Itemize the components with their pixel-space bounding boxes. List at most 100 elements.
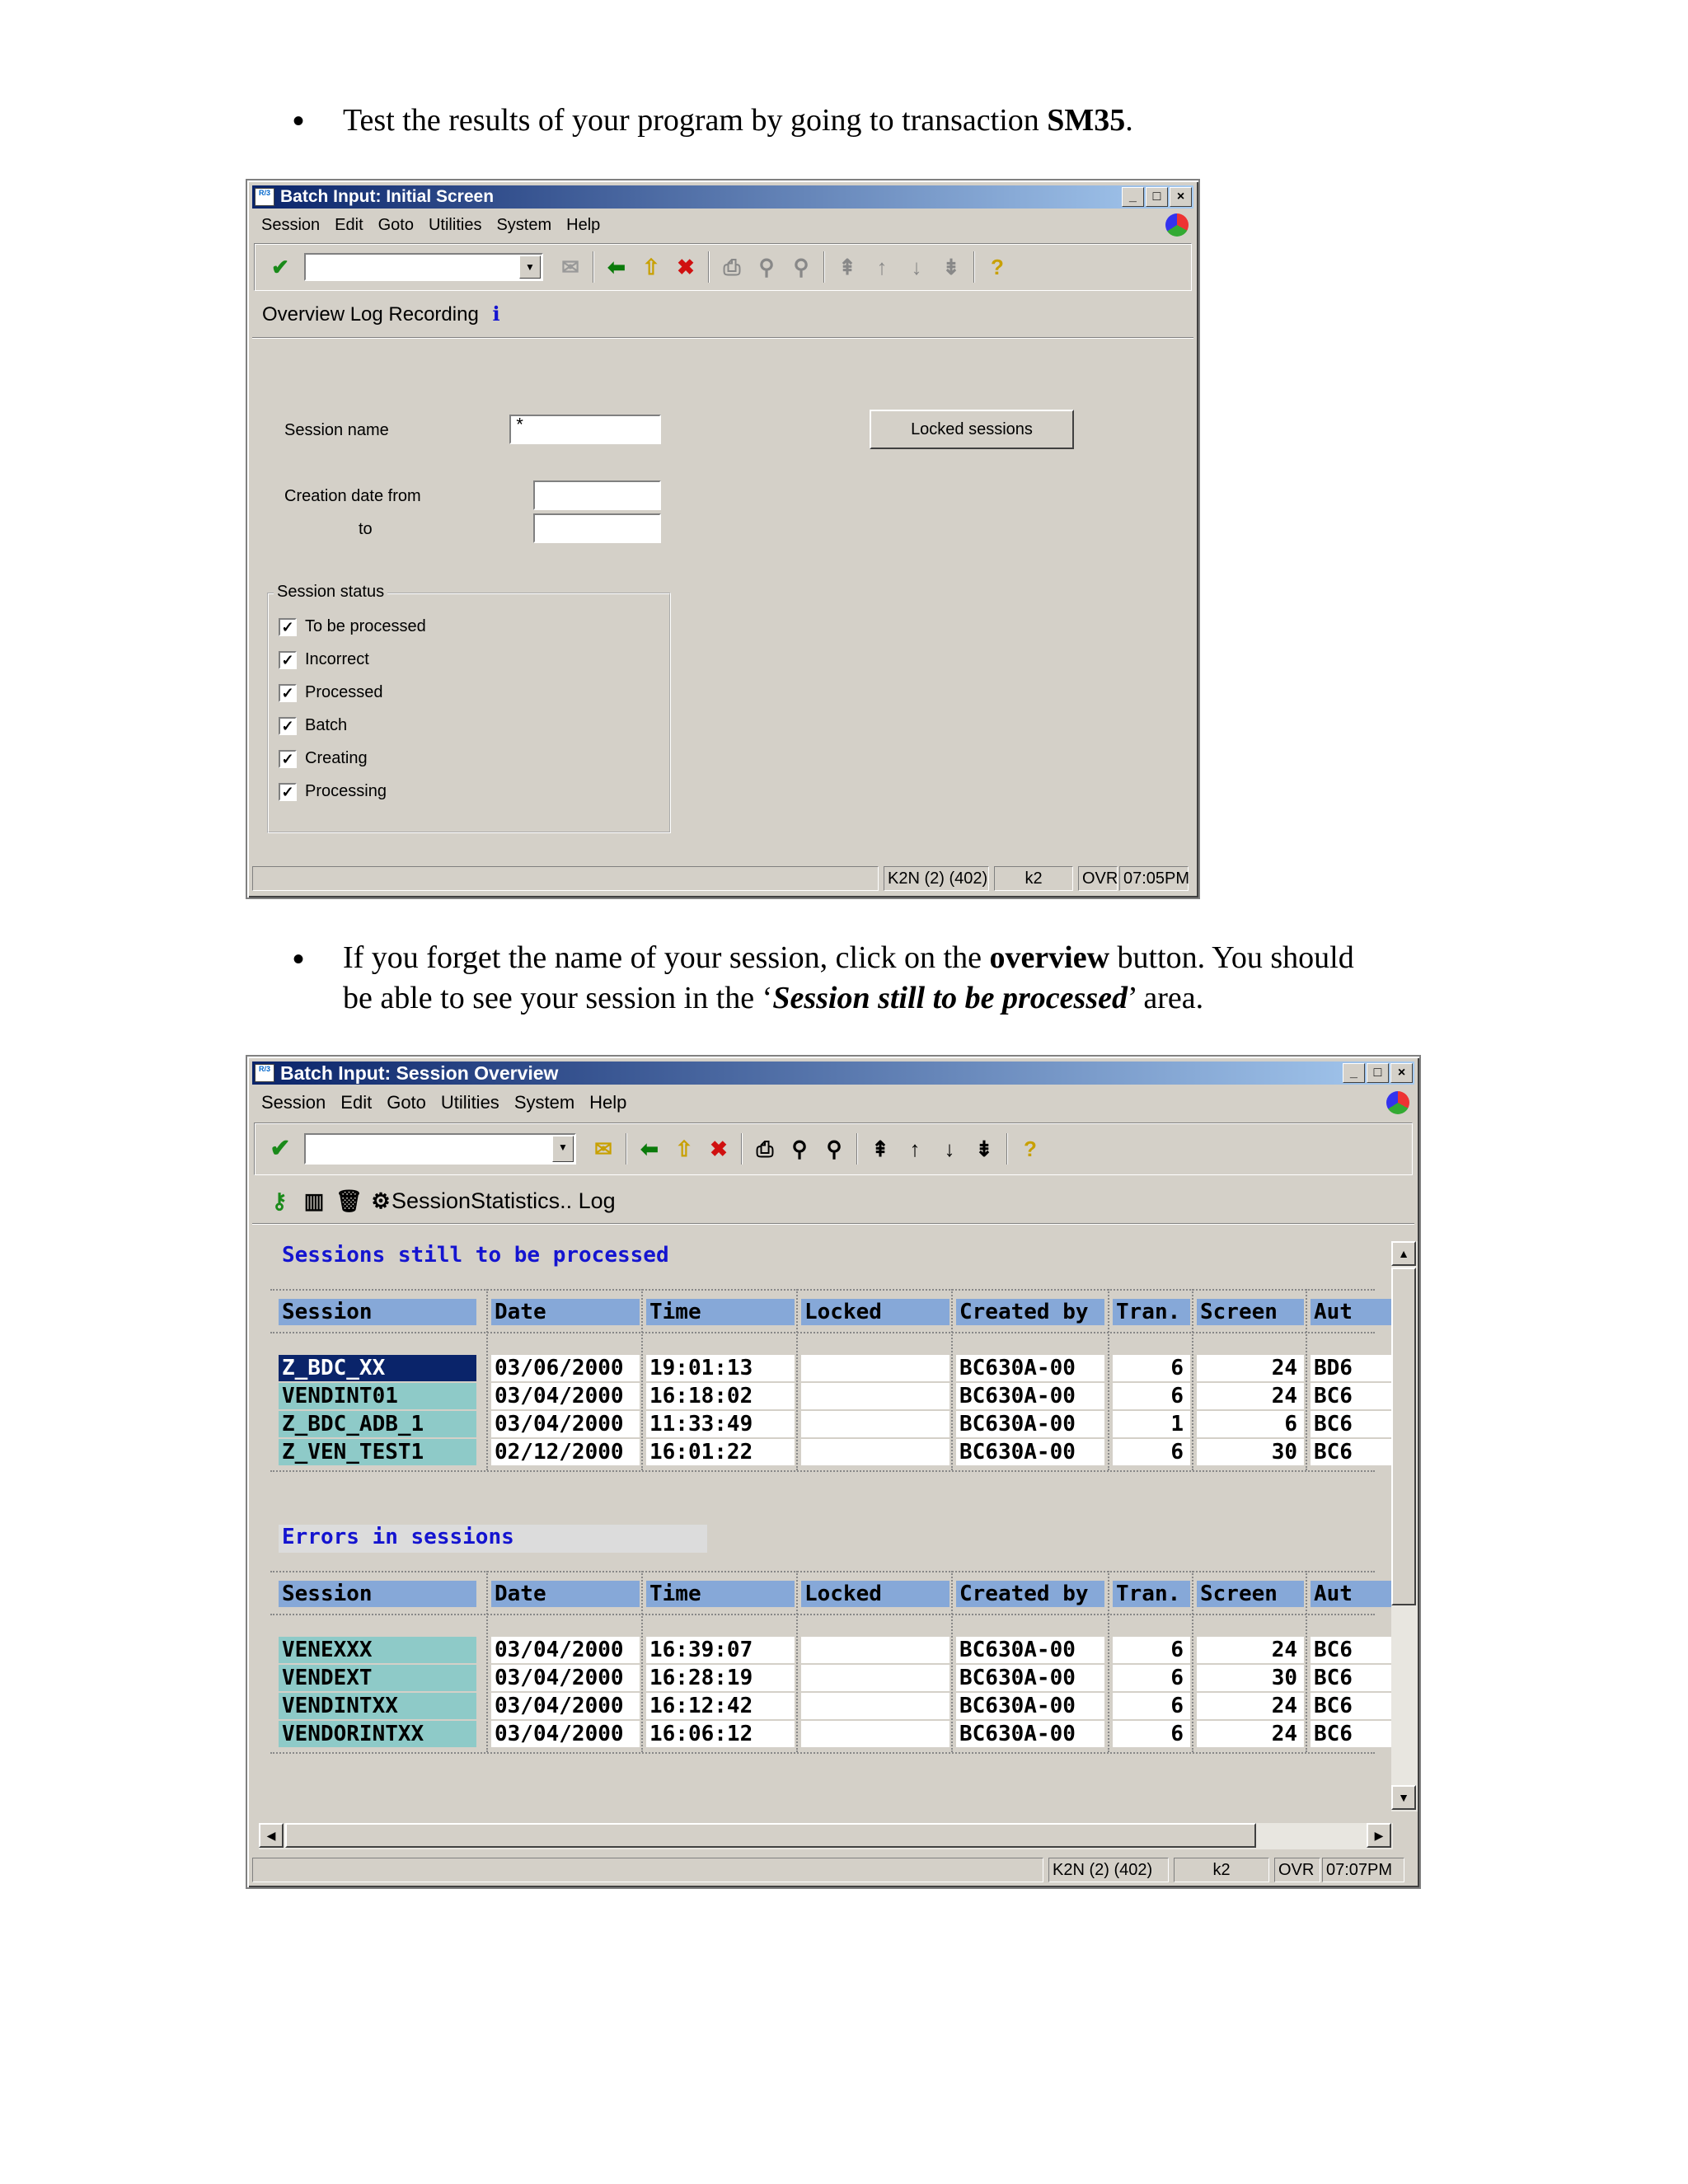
pending-row-0-session[interactable]: Z_BDC_XX — [279, 1355, 476, 1381]
pending-row-2-date[interactable]: 03/04/2000 — [491, 1411, 640, 1437]
title-bar[interactable]: R/3 Batch Input: Session Overview _ □ × — [252, 1062, 1414, 1085]
status-incorrect[interactable]: ✓ Incorrect — [279, 650, 369, 669]
errors-header-transactions[interactable]: Tran. — [1113, 1581, 1190, 1607]
pending-row-2-authorization[interactable]: BC6 — [1311, 1411, 1391, 1437]
errors-header-authorization[interactable]: Aut — [1311, 1581, 1391, 1607]
pending-row-2-created-by[interactable]: BC630A-00 — [956, 1411, 1104, 1437]
first-page-icon[interactable]: ⇞ — [834, 254, 860, 280]
errors-row-2-locked[interactable] — [801, 1693, 950, 1719]
overview-log-recording-button[interactable]: Overview Log Recording — [262, 303, 479, 326]
menu-help[interactable]: Help — [589, 1092, 626, 1113]
enter-icon[interactable]: ✔ — [267, 1136, 293, 1162]
errors-row-2-transactions[interactable]: 6 — [1113, 1693, 1190, 1719]
statistics-icon[interactable]: ⚙ — [370, 1188, 392, 1214]
print-icon[interactable]: ⎙ — [752, 1136, 778, 1162]
errors-row-3-screens[interactable]: 24 — [1197, 1721, 1304, 1747]
status-mode[interactable]: OVR — [1274, 1858, 1320, 1882]
checkbox-checked-icon[interactable]: ✓ — [279, 716, 297, 735]
errors-row-1-authorization[interactable]: BC6 — [1311, 1665, 1391, 1691]
errors-row-0-session[interactable]: VENEXXX — [279, 1637, 476, 1663]
pending-header-screens[interactable]: Screen — [1197, 1299, 1304, 1325]
command-field[interactable]: ▼ — [304, 1133, 576, 1165]
errors-row-1-created-by[interactable]: BC630A-00 — [956, 1665, 1104, 1691]
horizontal-scrollbar[interactable]: ◀ ▶ — [259, 1823, 1393, 1849]
pending-row-3-session[interactable]: Z_VEN_TEST1 — [279, 1439, 476, 1465]
delete-icon[interactable]: 🗑 — [335, 1188, 363, 1214]
print-icon[interactable]: ⎙ — [719, 254, 745, 280]
status-processed[interactable]: ✓ Processed — [279, 683, 383, 702]
status-mode[interactable]: OVR — [1078, 866, 1118, 891]
customize-layout-icon[interactable] — [1165, 213, 1189, 237]
pending-header-time[interactable]: Time — [646, 1299, 795, 1325]
session-name-input[interactable]: * — [509, 415, 661, 444]
close-icon[interactable]: × — [1170, 187, 1192, 207]
maximize-icon[interactable]: □ — [1146, 187, 1168, 207]
pending-row-0-locked[interactable] — [801, 1355, 950, 1381]
pending-row-0-transactions[interactable]: 6 — [1113, 1355, 1190, 1381]
errors-row-3-transactions[interactable]: 6 — [1113, 1721, 1190, 1747]
menu-goto[interactable]: Goto — [378, 216, 414, 235]
help-icon[interactable]: ? — [1017, 1136, 1043, 1162]
find-icon[interactable]: ⚲ — [786, 1136, 813, 1162]
creation-date-from-input[interactable] — [533, 480, 661, 510]
status-batch[interactable]: ✓ Batch — [279, 716, 347, 735]
errors-row-1-date[interactable]: 03/04/2000 — [491, 1665, 640, 1691]
errors-row-3-session[interactable]: VENDORINTXX — [279, 1721, 476, 1747]
scroll-left-icon[interactable]: ◀ — [259, 1823, 284, 1848]
title-bar[interactable]: R/3 Batch Input: Initial Screen _ □ × — [252, 185, 1193, 209]
find-next-icon[interactable]: ⚲ — [788, 254, 814, 280]
errors-row-2-created-by[interactable]: BC630A-00 — [956, 1693, 1104, 1719]
errors-row-1-locked[interactable] — [801, 1665, 950, 1691]
pending-row-1-time[interactable]: 16:18:02 — [646, 1383, 795, 1409]
errors-row-2-session[interactable]: VENDINTXX — [279, 1693, 476, 1719]
errors-row-2-time[interactable]: 16:12:42 — [646, 1693, 795, 1719]
minimize-icon[interactable]: _ — [1122, 187, 1144, 207]
errors-row-0-created-by[interactable]: BC630A-00 — [956, 1637, 1104, 1663]
pending-row-1-screens[interactable]: 24 — [1197, 1383, 1304, 1409]
status-creating[interactable]: ✓ Creating — [279, 749, 368, 768]
minimize-icon[interactable]: _ — [1343, 1063, 1365, 1083]
errors-row-3-date[interactable]: 03/04/2000 — [491, 1721, 640, 1747]
exit-icon[interactable]: ⇧ — [671, 1136, 697, 1162]
menu-edit[interactable]: Edit — [340, 1092, 372, 1113]
last-page-icon[interactable]: ⇟ — [938, 254, 964, 280]
pending-row-1-locked[interactable] — [801, 1383, 950, 1409]
errors-row-0-time[interactable]: 16:39:07 — [646, 1637, 795, 1663]
locked-sessions-button[interactable]: Locked sessions — [870, 410, 1074, 449]
next-page-icon[interactable]: ↓ — [903, 254, 930, 280]
pending-row-1-transactions[interactable]: 6 — [1113, 1383, 1190, 1409]
menu-utilities[interactable]: Utilities — [441, 1092, 499, 1113]
pending-header-created-by[interactable]: Created by — [956, 1299, 1104, 1325]
save-icon[interactable]: ✉ — [590, 1136, 617, 1162]
errors-header-created-by[interactable]: Created by — [956, 1581, 1104, 1607]
chevron-down-icon[interactable]: ▼ — [519, 255, 541, 279]
info-icon[interactable]: ℹ — [492, 303, 499, 326]
chevron-down-icon[interactable]: ▼ — [552, 1136, 574, 1162]
pending-row-2-locked[interactable] — [801, 1411, 950, 1437]
pending-row-0-date[interactable]: 03/06/2000 — [491, 1355, 640, 1381]
errors-row-2-date[interactable]: 03/04/2000 — [491, 1693, 640, 1719]
errors-row-2-authorization[interactable]: BC6 — [1311, 1693, 1391, 1719]
pending-row-3-screens[interactable]: 30 — [1197, 1439, 1304, 1465]
scroll-right-icon[interactable]: ▶ — [1367, 1823, 1391, 1848]
errors-header-locked[interactable]: Locked — [801, 1581, 950, 1607]
pending-header-transactions[interactable]: Tran. — [1113, 1299, 1190, 1325]
errors-row-1-transactions[interactable]: 6 — [1113, 1665, 1190, 1691]
pending-row-2-time[interactable]: 11:33:49 — [646, 1411, 795, 1437]
errors-row-3-authorization[interactable]: BC6 — [1311, 1721, 1391, 1747]
checkbox-checked-icon[interactable]: ✓ — [279, 650, 297, 669]
find-next-icon[interactable]: ⚲ — [821, 1136, 847, 1162]
creation-date-to-input[interactable] — [533, 513, 661, 543]
prev-page-icon[interactable]: ↑ — [869, 254, 895, 280]
pending-row-0-created-by[interactable]: BC630A-00 — [956, 1355, 1104, 1381]
pending-row-3-locked[interactable] — [801, 1439, 950, 1465]
pending-header-locked[interactable]: Locked — [801, 1299, 950, 1325]
scrollbar-thumb[interactable] — [1391, 1268, 1416, 1605]
checkbox-checked-icon[interactable]: ✓ — [279, 749, 297, 768]
pending-header-session[interactable]: Session — [279, 1299, 476, 1325]
menu-system[interactable]: System — [514, 1092, 574, 1113]
errors-row-3-created-by[interactable]: BC630A-00 — [956, 1721, 1104, 1747]
pending-row-1-authorization[interactable]: BC6 — [1311, 1383, 1391, 1409]
menu-session[interactable]: Session — [261, 216, 320, 235]
maximize-icon[interactable]: □ — [1367, 1063, 1389, 1083]
